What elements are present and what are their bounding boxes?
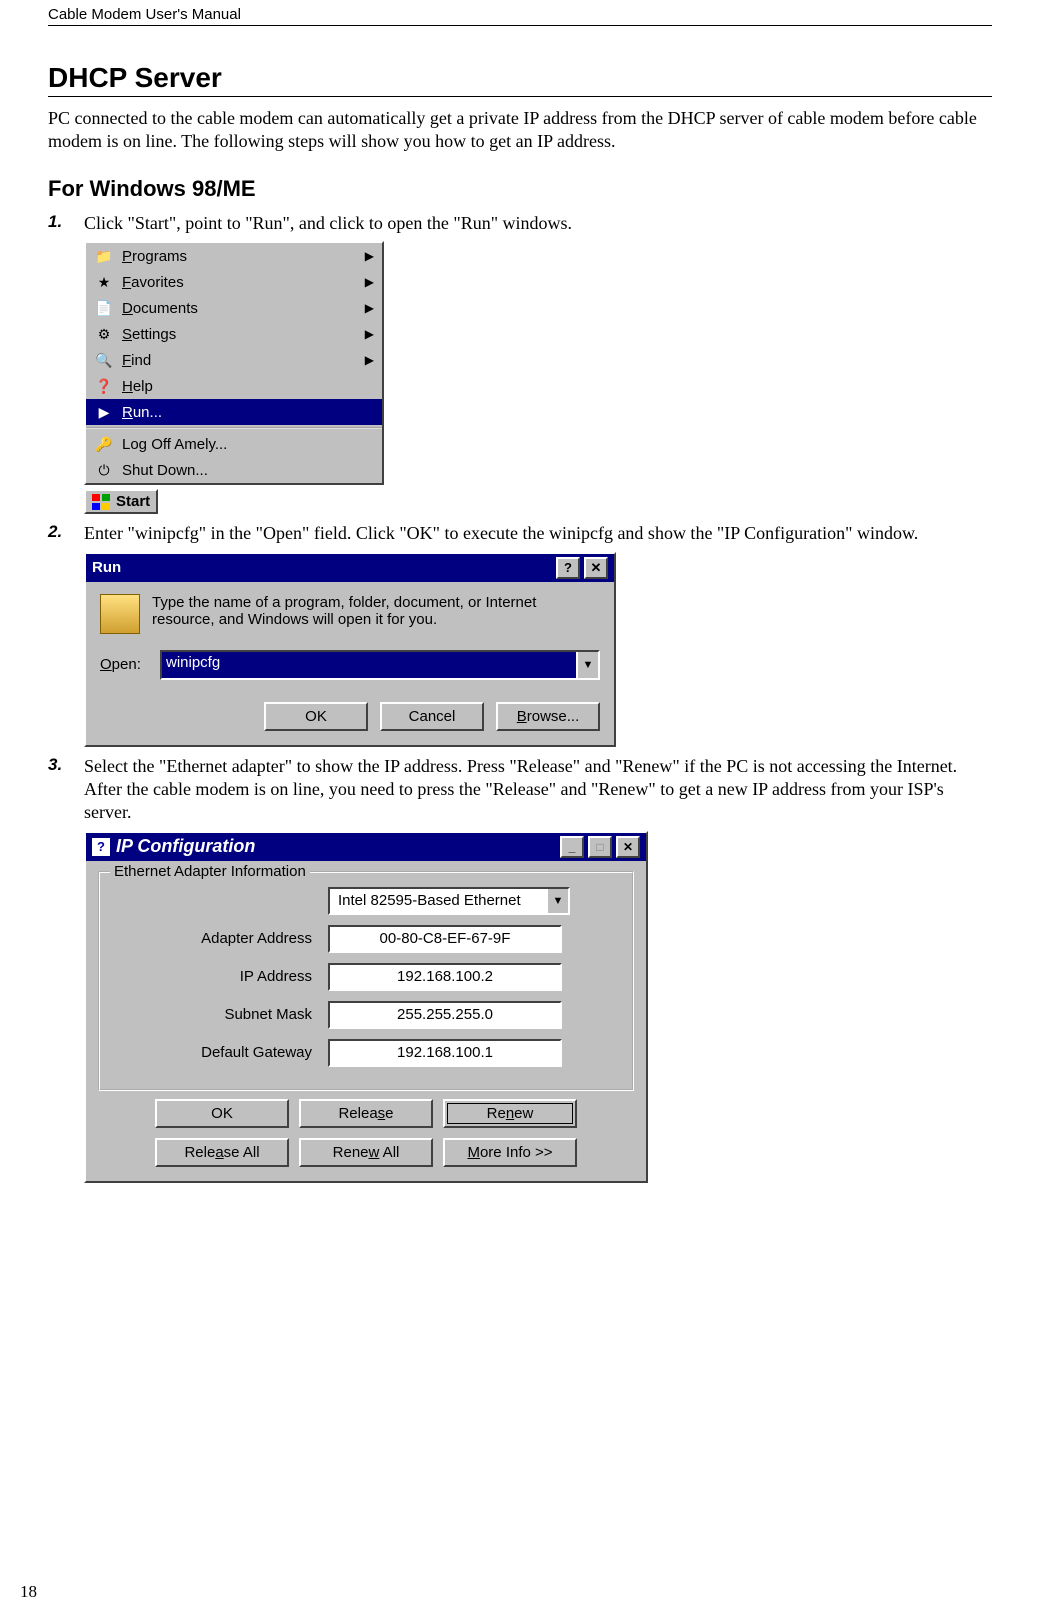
favorites-icon: ★ [94,272,114,292]
run-dialog-icon [100,594,140,634]
open-value: winipcfg [162,652,576,678]
start-menu-item-find[interactable]: 🔍 Find ▶ [86,347,382,373]
start-menu-item-help[interactable]: ❓ Help [86,373,382,399]
minimize-button[interactable]: _ [560,836,584,858]
ok-button[interactable]: OK [155,1099,289,1128]
ip-address-label: IP Address [112,968,328,985]
open-combobox[interactable]: winipcfg ▼ [160,650,600,680]
subnet-mask-label: Subnet Mask [112,1006,328,1023]
settings-icon: ⚙ [94,324,114,344]
start-menu-item-run[interactable]: ▶ Run... [86,399,382,425]
help-icon: ❓ [94,376,114,396]
release-button[interactable]: Release [299,1099,433,1128]
start-menu-item-shutdown[interactable]: ⏻ Shut Down... [86,457,382,483]
section-title: DHCP Server [48,62,992,97]
submenu-arrow-icon: ▶ [365,301,374,315]
windows-logo-icon [92,494,110,510]
run-icon: ▶ [94,402,114,422]
close-button[interactable]: ✕ [584,557,608,579]
start-menu: 📁 Programs ▶ ★ Favorites ▶ 📄 [84,241,384,514]
adapter-address-label: Adapter Address [112,930,328,947]
start-menu-item-logoff[interactable]: 🔑 Log Off Amely... [86,431,382,457]
close-button[interactable]: ✕ [616,836,640,858]
adapter-selected-value: Intel 82595-Based Ethernet [338,892,521,909]
adapter-info-group: Ethernet Adapter Information Intel 82595… [98,871,634,1091]
submenu-arrow-icon: ▶ [365,353,374,367]
open-label: Open: [100,656,141,673]
shutdown-icon: ⏻ [94,460,114,480]
adapter-address-value: 00-80-C8-EF-67-9F [328,925,562,953]
ipcfg-title-icon: ? [92,838,110,856]
page-number: 18 [20,1582,37,1602]
logoff-icon: 🔑 [94,434,114,454]
menu-label: Shut Down... [122,462,208,479]
run-title-text: Run [92,559,121,576]
more-info-button[interactable]: More Info >> [443,1138,577,1167]
start-menu-item-settings[interactable]: ⚙ Settings ▶ [86,321,382,347]
menu-label: Find [122,352,151,369]
start-menu-item-documents[interactable]: 📄 Documents ▶ [86,295,382,321]
menu-label: Run... [122,404,162,421]
maximize-button: □ [588,836,612,858]
renew-button[interactable]: Renew [443,1099,577,1128]
menu-label: Log Off Amely... [122,436,227,453]
step-number: 3. [48,755,84,775]
submenu-arrow-icon: ▶ [365,249,374,263]
start-button[interactable]: Start [84,489,158,514]
submenu-arrow-icon: ▶ [365,275,374,289]
menu-label: Help [122,378,153,395]
ok-button[interactable]: OK [264,702,368,731]
subsection-title: For Windows 98/ME [48,176,992,202]
run-dialog: Run ? ✕ Type the name of a program, fold… [84,552,616,747]
step-number: 2. [48,522,84,542]
cancel-button[interactable]: Cancel [380,702,484,731]
subnet-mask-value: 255.255.255.0 [328,1001,562,1029]
start-menu-item-programs[interactable]: 📁 Programs ▶ [86,243,382,269]
adapter-select[interactable]: Intel 82595-Based Ethernet ▼ [328,887,570,915]
help-button[interactable]: ? [556,557,580,579]
ipcfg-title-text: IP Configuration [116,836,255,857]
menu-label: Documents [122,300,198,317]
menu-label: Settings [122,326,176,343]
ip-config-dialog: ? IP Configuration _ □ ✕ Ethernet Adapte… [84,831,648,1183]
step-number: 1. [48,212,84,232]
browse-button[interactable]: Browse... [496,702,600,731]
programs-icon: 📁 [94,246,114,266]
step-1-text: Click "Start", point to "Run", and click… [84,212,992,235]
run-help-text: Type the name of a program, folder, docu… [152,594,600,634]
gateway-label: Default Gateway [112,1044,328,1061]
page-header: Cable Modem User's Manual [48,0,992,26]
ipcfg-titlebar[interactable]: ? IP Configuration _ □ ✕ [86,833,646,861]
step-2-text: Enter "winipcfg" in the "Open" field. Cl… [84,522,992,545]
step-3-text: Select the "Ethernet adapter" to show th… [84,755,992,825]
renew-all-button[interactable]: Renew All [299,1138,433,1167]
start-menu-item-favorites[interactable]: ★ Favorites ▶ [86,269,382,295]
find-icon: 🔍 [94,350,114,370]
menu-label: Programs [122,248,187,265]
submenu-arrow-icon: ▶ [365,327,374,341]
group-legend: Ethernet Adapter Information [110,863,310,880]
dropdown-icon[interactable]: ▼ [546,889,568,913]
dropdown-icon[interactable]: ▼ [576,652,598,678]
release-all-button[interactable]: Release All [155,1138,289,1167]
ip-address-value: 192.168.100.2 [328,963,562,991]
start-button-label: Start [116,493,150,510]
section-intro: PC connected to the cable modem can auto… [48,107,992,154]
run-titlebar[interactable]: Run ? ✕ [86,554,614,582]
gateway-value: 192.168.100.1 [328,1039,562,1067]
documents-icon: 📄 [94,298,114,318]
menu-label: Favorites [122,274,184,291]
menu-divider [86,427,382,429]
